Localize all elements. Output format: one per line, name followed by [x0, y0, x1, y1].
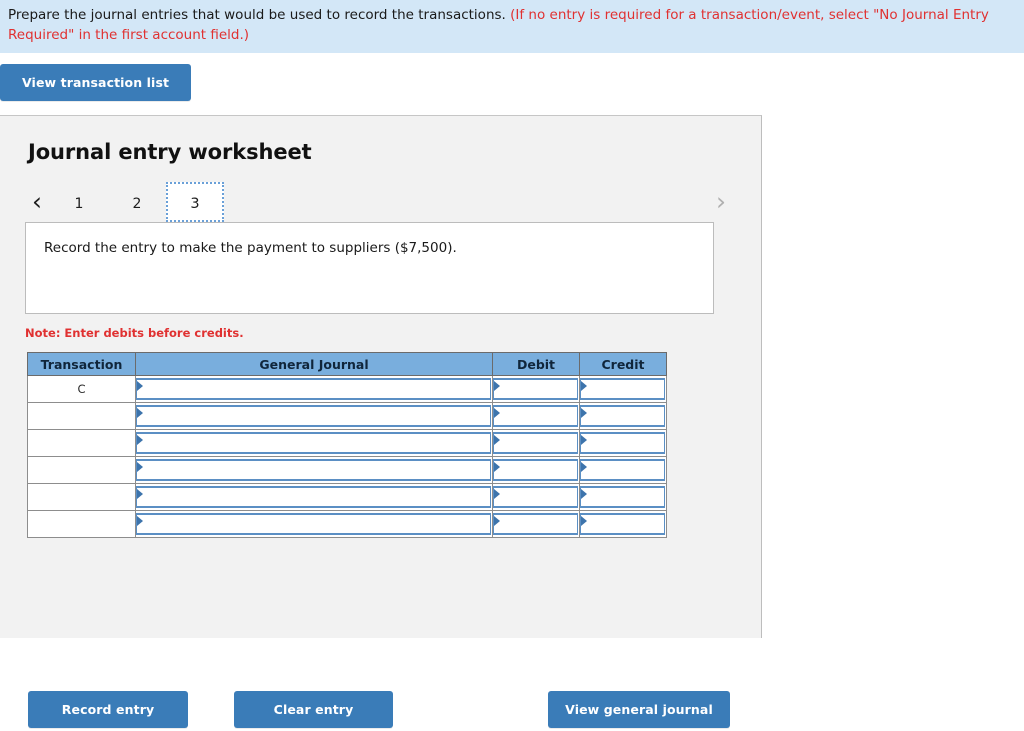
column-header-credit: Credit [579, 352, 667, 376]
debit-cell[interactable] [492, 402, 580, 430]
dropdown-caret-icon [137, 435, 143, 445]
transaction-cell [27, 402, 136, 430]
debit-cell[interactable] [492, 483, 580, 511]
record-entry-button[interactable]: Record entry [28, 691, 188, 728]
general-journal-input[interactable] [136, 513, 491, 535]
dropdown-caret-icon [494, 408, 500, 418]
dropdown-caret-icon [137, 462, 143, 472]
debit-input[interactable] [493, 459, 578, 481]
general-journal-input[interactable] [136, 459, 491, 481]
debit-cell[interactable] [492, 456, 580, 484]
debit-cell[interactable] [492, 510, 580, 538]
dropdown-caret-icon [137, 489, 143, 499]
general-journal-input[interactable] [136, 486, 491, 508]
view-transaction-list-button[interactable]: View transaction list [0, 64, 192, 102]
transaction-cell [27, 483, 136, 511]
debit-cell[interactable] [492, 429, 580, 457]
general-journal-cell[interactable] [135, 483, 493, 511]
dropdown-caret-icon [581, 516, 587, 526]
view-general-journal-button[interactable]: View general journal [548, 691, 730, 728]
dropdown-caret-icon [494, 516, 500, 526]
debit-input[interactable] [493, 405, 578, 427]
general-journal-cell[interactable] [135, 456, 493, 484]
credit-input[interactable] [580, 378, 665, 400]
dropdown-caret-icon [494, 435, 500, 445]
general-journal-input[interactable] [136, 405, 491, 427]
credit-input[interactable] [580, 513, 665, 535]
column-header-general-journal: General Journal [135, 352, 493, 376]
dropdown-caret-icon [494, 381, 500, 391]
debit-input[interactable] [493, 432, 578, 454]
dropdown-caret-icon [581, 489, 587, 499]
debit-input[interactable] [493, 513, 578, 535]
instruction-banner: Prepare the journal entries that would b… [0, 0, 1024, 54]
dropdown-caret-icon [137, 381, 143, 391]
dropdown-caret-icon [494, 489, 500, 499]
clear-entry-button[interactable]: Clear entry [234, 691, 393, 728]
top-toolbar: View transaction list [0, 53, 1024, 102]
worksheet-actions: Record entry Clear entry View general jo… [0, 691, 762, 731]
general-journal-input[interactable] [136, 432, 491, 454]
table-row [27, 510, 667, 538]
credit-cell[interactable] [579, 402, 667, 430]
debit-input[interactable] [493, 378, 578, 400]
instruction-lead: Prepare the journal entries that would b… [8, 7, 511, 23]
worksheet-pager: ‹ 1 2 3 › [24, 180, 734, 222]
chevron-right-icon[interactable]: › [708, 189, 734, 222]
debit-input[interactable] [493, 486, 578, 508]
dropdown-caret-icon [581, 435, 587, 445]
table-row [27, 483, 667, 511]
table-row [27, 456, 667, 484]
column-header-transaction: Transaction [27, 352, 136, 376]
dropdown-caret-icon [581, 462, 587, 472]
chevron-left-icon[interactable]: ‹ [24, 189, 50, 222]
dropdown-caret-icon [581, 381, 587, 391]
pager-tab-1[interactable]: 1 [50, 182, 108, 222]
transaction-cell: C [27, 375, 136, 403]
column-header-debit: Debit [492, 352, 580, 376]
table-row [27, 402, 667, 430]
credit-input[interactable] [580, 486, 665, 508]
dropdown-caret-icon [137, 408, 143, 418]
credit-cell[interactable] [579, 456, 667, 484]
dropdown-caret-icon [581, 408, 587, 418]
credit-cell[interactable] [579, 375, 667, 403]
scenario-text: Record the entry to make the payment to … [44, 240, 457, 256]
transaction-cell [27, 510, 136, 538]
general-journal-cell[interactable] [135, 402, 493, 430]
general-journal-cell[interactable] [135, 429, 493, 457]
transaction-cell [27, 429, 136, 457]
credit-input[interactable] [580, 432, 665, 454]
journal-entry-worksheet-panel: Journal entry worksheet ‹ 1 2 3 › Record… [0, 115, 762, 728]
debit-cell[interactable] [492, 375, 580, 403]
general-journal-input[interactable] [136, 378, 491, 400]
pager-tab-2[interactable]: 2 [108, 182, 166, 222]
general-journal-cell[interactable] [135, 510, 493, 538]
scenario-box: Record the entry to make the payment to … [25, 222, 714, 314]
table-header-row: Transaction General Journal Debit Credit [27, 352, 667, 376]
table-row: C [27, 375, 667, 403]
pager-tab-3[interactable]: 3 [166, 182, 224, 222]
table-row [27, 429, 667, 457]
credit-input[interactable] [580, 405, 665, 427]
dropdown-caret-icon [137, 516, 143, 526]
page-title: Journal entry worksheet [28, 140, 312, 164]
credit-cell[interactable] [579, 483, 667, 511]
credit-input[interactable] [580, 459, 665, 481]
credit-cell[interactable] [579, 510, 667, 538]
credit-cell[interactable] [579, 429, 667, 457]
transaction-cell [27, 456, 136, 484]
journal-entry-table: Transaction General Journal Debit Credit… [27, 352, 667, 538]
dropdown-caret-icon [494, 462, 500, 472]
general-journal-cell[interactable] [135, 375, 493, 403]
debits-before-credits-note: Note: Enter debits before credits. [25, 326, 244, 340]
